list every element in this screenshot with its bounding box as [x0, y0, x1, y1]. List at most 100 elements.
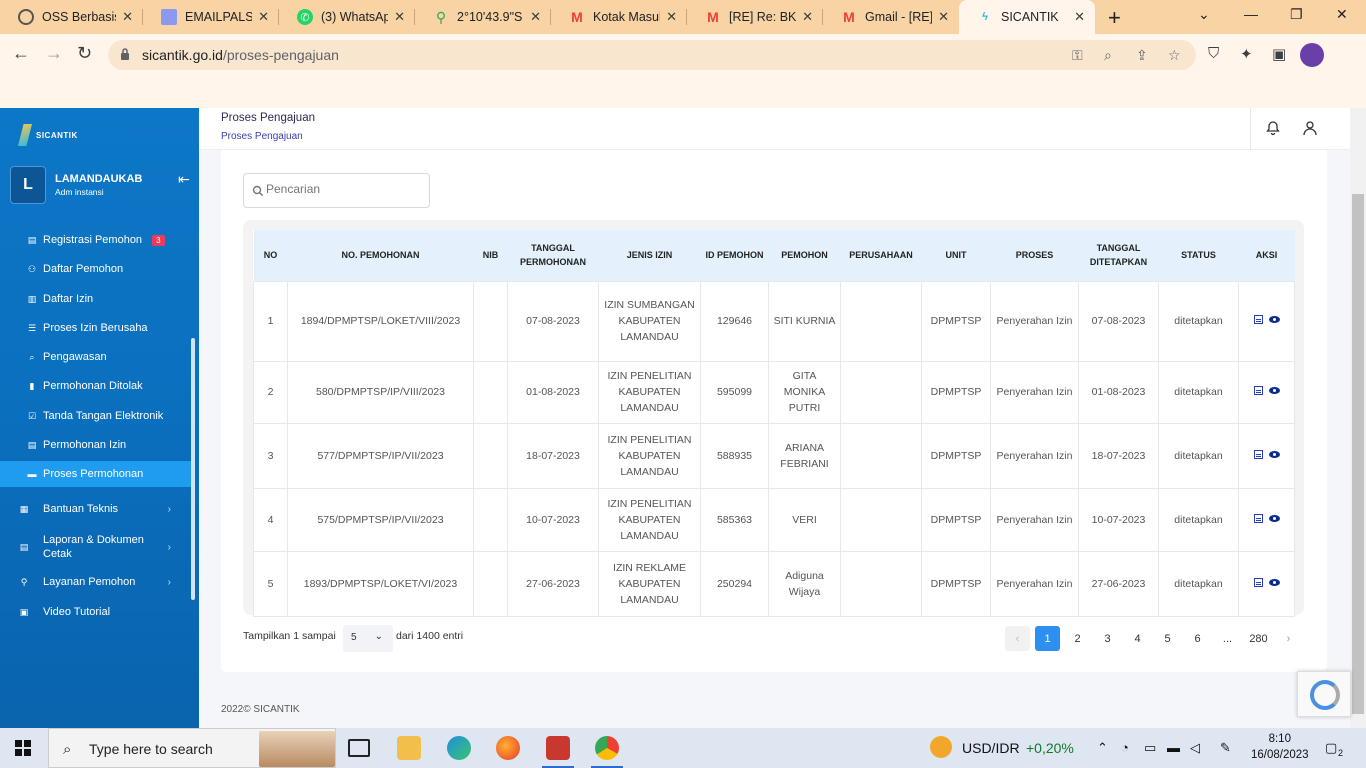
sidebar-item-daftar-izin[interactable]: ▥ Daftar Izin [0, 286, 191, 312]
eye-icon[interactable] [1268, 578, 1280, 586]
sidebar-item-tanda-tangan-elektronik[interactable]: ☑ Tanda Tangan Elektronik [0, 403, 191, 429]
sidebar-item-bantuan-teknis[interactable]: ▦ Bantuan Teknis › [0, 496, 191, 522]
document-icon[interactable] [1253, 513, 1263, 523]
column-header[interactable]: JENIS IZIN [599, 230, 701, 281]
column-header[interactable]: NIB [474, 230, 508, 281]
document-icon[interactable] [1253, 386, 1263, 395]
new-tab-icon[interactable]: + [1108, 5, 1121, 31]
pagination-page[interactable]: 2 [1065, 626, 1090, 651]
column-header[interactable]: TANGGAL DITETAPKAN [1079, 230, 1159, 281]
sidebar-item-permohonan-ditolak[interactable]: ▮ Permohonan Ditolak [0, 373, 191, 399]
back-icon[interactable]: ← [12, 43, 30, 64]
close-tab-icon[interactable]: ✕ [258, 9, 269, 25]
profile-avatar-icon[interactable] [1300, 43, 1324, 67]
close-tab-icon[interactable]: ✕ [394, 9, 405, 25]
recaptcha-badge[interactable] [1297, 671, 1351, 717]
document-icon[interactable] [1253, 449, 1263, 459]
restore-icon[interactable]: ❐ [1290, 6, 1303, 23]
eye-icon[interactable] [1268, 514, 1280, 522]
pagination-page[interactable]: 3 [1095, 626, 1120, 651]
windows-start-icon[interactable] [15, 740, 31, 756]
password-key-icon[interactable]: ⚿ [1072, 47, 1083, 64]
camera-icon[interactable]: ▭ [1144, 740, 1156, 756]
chrome-icon[interactable] [591, 736, 623, 768]
forward-icon[interactable]: → [45, 43, 63, 64]
zoom-icon[interactable]: ⌕ [1104, 47, 1112, 64]
browser-tab[interactable]: EMAILPALSU ✕ [143, 0, 279, 34]
logout-icon[interactable]: ⇤ [178, 171, 190, 188]
battery-icon[interactable]: ▬ [1167, 740, 1180, 755]
page-scrollbar[interactable] [1350, 108, 1366, 728]
close-tab-icon[interactable]: ✕ [122, 9, 133, 25]
sidebar-item-video-tutorial[interactable]: ▣ Video Tutorial [0, 599, 191, 625]
reload-icon[interactable]: ↻ [77, 43, 92, 64]
page-size-select[interactable]: 5 ⌄ [343, 625, 393, 652]
column-header[interactable]: PROSES [991, 230, 1079, 281]
edge-browser-icon[interactable] [447, 736, 471, 760]
user-profile-icon[interactable] [1302, 120, 1318, 136]
browser-tab[interactable]: M [RE] Re: BKPM ✕ [687, 0, 823, 34]
eye-icon[interactable] [1268, 450, 1280, 458]
browser-tab[interactable]: M Gmail - [RE] R ✕ [823, 0, 959, 34]
column-header[interactable]: PERUSAHAAN [841, 230, 922, 281]
sidebar-item-pengawasan[interactable]: ⌕ Pengawasan [0, 344, 191, 370]
search-input[interactable] [266, 182, 416, 196]
pagination-next[interactable]: › [1276, 626, 1301, 651]
lock-icon[interactable] [120, 47, 130, 61]
ticker-label[interactable]: USD/IDR [962, 740, 1020, 756]
taskbar-clock[interactable]: 8:10 16/08/2023 [1251, 731, 1309, 763]
column-header[interactable]: ID PEMOHON [701, 230, 769, 281]
firefox-icon[interactable] [496, 736, 520, 760]
close-tab-icon[interactable]: ✕ [530, 9, 541, 25]
document-icon[interactable] [1253, 577, 1263, 587]
pagination-page[interactable]: 280 [1245, 626, 1272, 651]
task-view-icon[interactable] [348, 739, 370, 757]
pagination-page[interactable]: 1 [1035, 626, 1060, 651]
notification-icon[interactable]: ▢ [1325, 740, 1337, 756]
scrollbar-thumb[interactable] [1352, 194, 1364, 714]
sidebar-item-laporan-dokumen[interactable]: ▤ Laporan & Dokumen Cetak › [0, 530, 191, 564]
notification-bell-icon[interactable] [1265, 120, 1281, 136]
close-tab-icon[interactable]: ✕ [1074, 9, 1085, 25]
sidebar-item-proses-izin-berusaha[interactable]: ☰ Proses Izin Berusaha [0, 315, 191, 341]
address-bar[interactable]: sicantik.go.id/proses-pengajuan ⚿ ⌕ ⇪ ☆ [108, 40, 1196, 70]
minimize-icon[interactable]: — [1244, 6, 1258, 22]
browser-tab[interactable]: ✆ (3) WhatsApp ✕ [279, 0, 415, 34]
browser-tab-active[interactable]: ϟ SICANTIK ✕ [959, 0, 1095, 34]
sidebar-item-permohonan-izin[interactable]: ▤ Permohonan Izin [0, 432, 191, 458]
close-tab-icon[interactable]: ✕ [802, 9, 813, 25]
vivaldi-icon[interactable] [542, 736, 574, 768]
side-panel-icon[interactable]: ▣ [1272, 45, 1286, 63]
sidebar-scrollbar[interactable] [191, 338, 195, 600]
pagination-prev[interactable]: ‹ [1005, 626, 1030, 651]
column-header[interactable]: PEMOHON [769, 230, 841, 281]
taskbar-search[interactable]: ⌕ Type here to search [48, 728, 336, 768]
pagination-page[interactable]: 4 [1125, 626, 1150, 651]
share-icon[interactable]: ⇪ [1136, 47, 1148, 64]
column-header[interactable]: NO. PEMOHONAN [288, 230, 474, 281]
browser-tab[interactable]: OSS Berbasis ✕ [0, 0, 143, 34]
column-header[interactable]: TANGGAL PERMOHONAN [508, 230, 599, 281]
column-header[interactable]: UNIT [922, 230, 991, 281]
column-header[interactable]: STATUS [1159, 230, 1239, 281]
bookmark-star-icon[interactable]: ☆ [1168, 47, 1181, 64]
column-header[interactable]: NO [254, 230, 288, 281]
breadcrumb[interactable]: Proses Pengajuan [221, 131, 303, 142]
search-box[interactable] [243, 173, 430, 208]
pagination-page[interactable]: 6 [1185, 626, 1210, 651]
extensions-puzzle-icon[interactable]: ✦ [1240, 45, 1253, 63]
document-icon[interactable] [1253, 315, 1263, 324]
close-window-icon[interactable]: ✕ [1336, 6, 1348, 23]
tab-search-icon[interactable]: ⌄ [1198, 6, 1210, 23]
show-hidden-icons-icon[interactable]: ⌃ [1097, 740, 1108, 756]
network-icon[interactable]: ◔ [1121, 740, 1129, 755]
sidebar-item-layanan-pemohon[interactable]: ⚲ Layanan Pemohon › [0, 569, 191, 595]
sidebar-item-registrasi-pemohon[interactable]: ▤ Registrasi Pemohon 3 [0, 227, 191, 253]
eye-icon[interactable] [1268, 316, 1280, 323]
pen-icon[interactable]: ✎ [1220, 740, 1231, 756]
eye-icon[interactable] [1268, 387, 1280, 394]
browser-tab[interactable]: ⚲ 2°10'43.9"S 1 ✕ [415, 0, 551, 34]
sidebar-item-proses-permohonan[interactable]: ▬ Proses Permohonan [0, 461, 191, 487]
file-explorer-icon[interactable] [397, 736, 421, 760]
sidebar-item-daftar-pemohon[interactable]: ⚇ Daftar Pemohon [0, 256, 191, 282]
